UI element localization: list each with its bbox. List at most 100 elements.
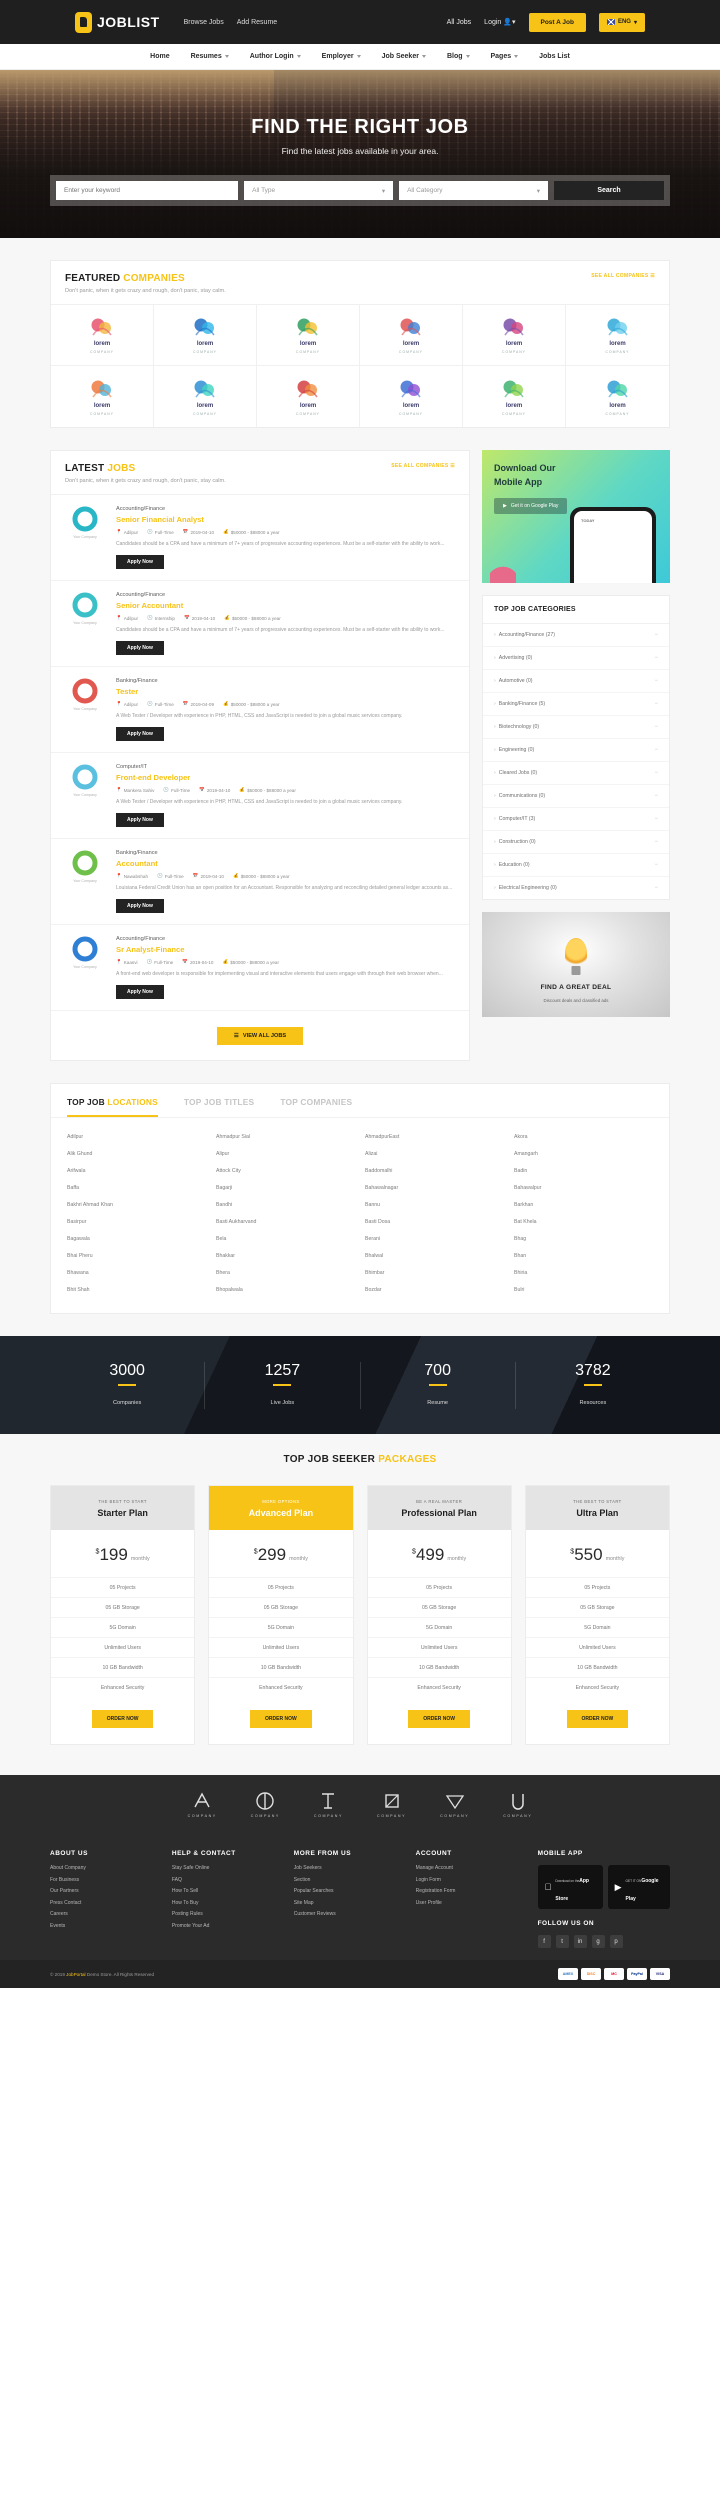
nav-item-job-seeker[interactable]: Job Seeker [382, 53, 426, 60]
footer-link[interactable]: Careers [50, 1911, 152, 1917]
nav-item-author-login[interactable]: Author Login [250, 53, 301, 60]
location-link[interactable]: Badin [514, 1168, 653, 1174]
location-link[interactable]: Bhawana [67, 1270, 206, 1276]
post-a-job-button[interactable]: Post A Job [528, 12, 586, 32]
job-list-item[interactable]: Your Company Accounting/Finance Sr Analyst… [51, 925, 469, 1011]
job-title[interactable]: Sr Analyst-Finance [116, 945, 457, 954]
view-all-jobs-button[interactable]: ☰ VIEW ALL JOBS [216, 1027, 304, 1045]
tab-top-companies[interactable]: TOP COMPANIES [280, 1097, 352, 1117]
order-now-button[interactable]: ORDER NOW [566, 1710, 629, 1728]
search-category-select[interactable]: All Category ▾ [399, 181, 548, 200]
apply-now-button[interactable]: Apply Now [116, 813, 164, 827]
category-row[interactable]: › Construction (0) − [483, 831, 669, 854]
location-link[interactable]: Bozdar [365, 1287, 504, 1293]
collapse-icon[interactable]: − [654, 701, 658, 707]
category-row[interactable]: › Automotive (0) − [483, 670, 669, 693]
category-row[interactable]: › Banking/Finance (5) − [483, 693, 669, 716]
collapse-icon[interactable]: − [654, 816, 658, 822]
location-link[interactable]: Bahawalpur [514, 1185, 653, 1191]
nav-item-jobs-list[interactable]: Jobs List [539, 53, 570, 60]
tab-top-job-titles[interactable]: TOP JOB TITLES [184, 1097, 254, 1117]
order-now-button[interactable]: ORDER NOW [408, 1710, 470, 1728]
job-title[interactable]: Senior Accountant [116, 601, 457, 610]
location-link[interactable]: Bhiria [514, 1270, 653, 1276]
job-list-item[interactable]: Your Company Accounting/Finance Senior Fin… [51, 495, 469, 581]
location-link[interactable]: Bat Khela [514, 1219, 653, 1225]
collapse-icon[interactable]: − [654, 839, 658, 845]
job-list-item[interactable]: Your Company Accounting/Finance Senior Acc… [51, 581, 469, 667]
footer-link[interactable]: Registration Form [416, 1888, 518, 1894]
social-icon-in[interactable]: in [573, 1935, 587, 1948]
app-store-button[interactable]: ▶ GET IT ONGoogle Play [607, 1865, 671, 1909]
location-link[interactable]: Bakhri Ahmad Khan [67, 1202, 206, 1208]
collapse-icon[interactable]: − [654, 747, 658, 753]
footer-link[interactable]: Promote Your Ad [172, 1923, 274, 1929]
category-row[interactable]: › Computer/IT (3) − [483, 808, 669, 831]
login-link[interactable]: Login 👤▾ [484, 18, 515, 26]
footer-link[interactable]: Our Partners [50, 1888, 152, 1894]
search-keyword-input[interactable] [56, 181, 239, 200]
company-card[interactable]: lorem COMPANY [463, 366, 566, 427]
location-link[interactable]: Basirpur [67, 1219, 206, 1225]
search-button[interactable]: Search [554, 181, 664, 200]
location-link[interactable]: Bagarji [216, 1185, 355, 1191]
nav-item-employer[interactable]: Employer [322, 53, 361, 60]
location-link[interactable]: Baffa [67, 1185, 206, 1191]
job-list-item[interactable]: Your Company Computer/IT Front-end Develop… [51, 753, 469, 839]
company-card[interactable]: lorem COMPANY [360, 305, 463, 366]
location-link[interactable]: Bhit Shah [67, 1287, 206, 1293]
location-link[interactable]: Bhag [514, 1236, 653, 1242]
location-link[interactable]: Bahawalnagar [365, 1185, 504, 1191]
apply-now-button[interactable]: Apply Now [116, 985, 164, 999]
category-row[interactable]: › Biotechnology (0) − [483, 716, 669, 739]
collapse-icon[interactable]: − [654, 678, 658, 684]
footer-link[interactable]: Popular Searches [294, 1888, 396, 1894]
company-card[interactable]: lorem COMPANY [51, 366, 154, 427]
collapse-icon[interactable]: − [654, 655, 658, 661]
search-type-select[interactable]: All Type ▾ [244, 181, 394, 200]
all-jobs-link[interactable]: All Jobs [447, 19, 472, 26]
location-link[interactable]: AhmadpurEast [365, 1134, 504, 1140]
location-link[interactable]: Bagawala [67, 1236, 206, 1242]
footer-link[interactable]: About Company [50, 1865, 152, 1871]
company-card[interactable]: lorem COMPANY [51, 305, 154, 366]
location-link[interactable]: Basti Aukharvand [216, 1219, 355, 1225]
location-link[interactable]: Bhan [514, 1253, 653, 1259]
company-card[interactable]: lorem COMPANY [257, 305, 360, 366]
footer-link[interactable]: For Business [50, 1877, 152, 1883]
site-logo[interactable]: JOBLIST [75, 11, 160, 33]
footer-link[interactable]: Job Seekers [294, 1865, 396, 1871]
location-link[interactable]: Alizai [365, 1151, 504, 1157]
top-nav-browse-jobs[interactable]: Browse Jobs [184, 19, 224, 26]
location-link[interactable]: Barkhan [514, 1202, 653, 1208]
category-row[interactable]: › Cleared Jobs (0) − [483, 762, 669, 785]
apply-now-button[interactable]: Apply Now [116, 641, 164, 655]
collapse-icon[interactable]: − [654, 862, 658, 868]
footer-link[interactable]: FAQ [172, 1877, 274, 1883]
location-link[interactable]: Bulri [514, 1287, 653, 1293]
app-store-button[interactable]: Download on theApp Store [537, 1865, 603, 1909]
location-link[interactable]: Bhai Pheru [67, 1253, 206, 1259]
collapse-icon[interactable]: − [654, 770, 658, 776]
footer-link[interactable]: Section [294, 1877, 396, 1883]
apply-now-button[interactable]: Apply Now [116, 555, 164, 569]
nav-item-pages[interactable]: Pages [491, 53, 519, 60]
language-selector[interactable]: ENG ▾ [598, 12, 645, 32]
job-list-item[interactable]: Your Company Banking/Finance Accountant 📍 Na… [51, 839, 469, 925]
location-link[interactable]: Alipur [216, 1151, 355, 1157]
nav-item-blog[interactable]: Blog [447, 53, 470, 60]
nav-item-home[interactable]: Home [150, 53, 169, 60]
collapse-icon[interactable]: − [654, 793, 658, 799]
location-link[interactable]: Arifwala [67, 1168, 206, 1174]
location-link[interactable]: Bhopalwala [216, 1287, 355, 1293]
footer-link[interactable]: Events [50, 1923, 152, 1929]
social-icon-p[interactable]: p [609, 1935, 623, 1948]
social-icon-t[interactable]: t [555, 1935, 569, 1948]
apply-now-button[interactable]: Apply Now [116, 727, 164, 741]
category-row[interactable]: › Electrical Engineering (0) − [483, 877, 669, 899]
footer-link[interactable]: Press Contact [50, 1900, 152, 1906]
footer-link[interactable]: How To Buy [172, 1900, 274, 1906]
category-row[interactable]: › Accounting/Finance (27) − [483, 624, 669, 647]
job-list-item[interactable]: Your Company Banking/Finance Tester 📍 Adilpu… [51, 667, 469, 753]
find-a-great-deal-widget[interactable]: FIND A GREAT DEAL Discount deals and cla… [482, 912, 670, 1017]
